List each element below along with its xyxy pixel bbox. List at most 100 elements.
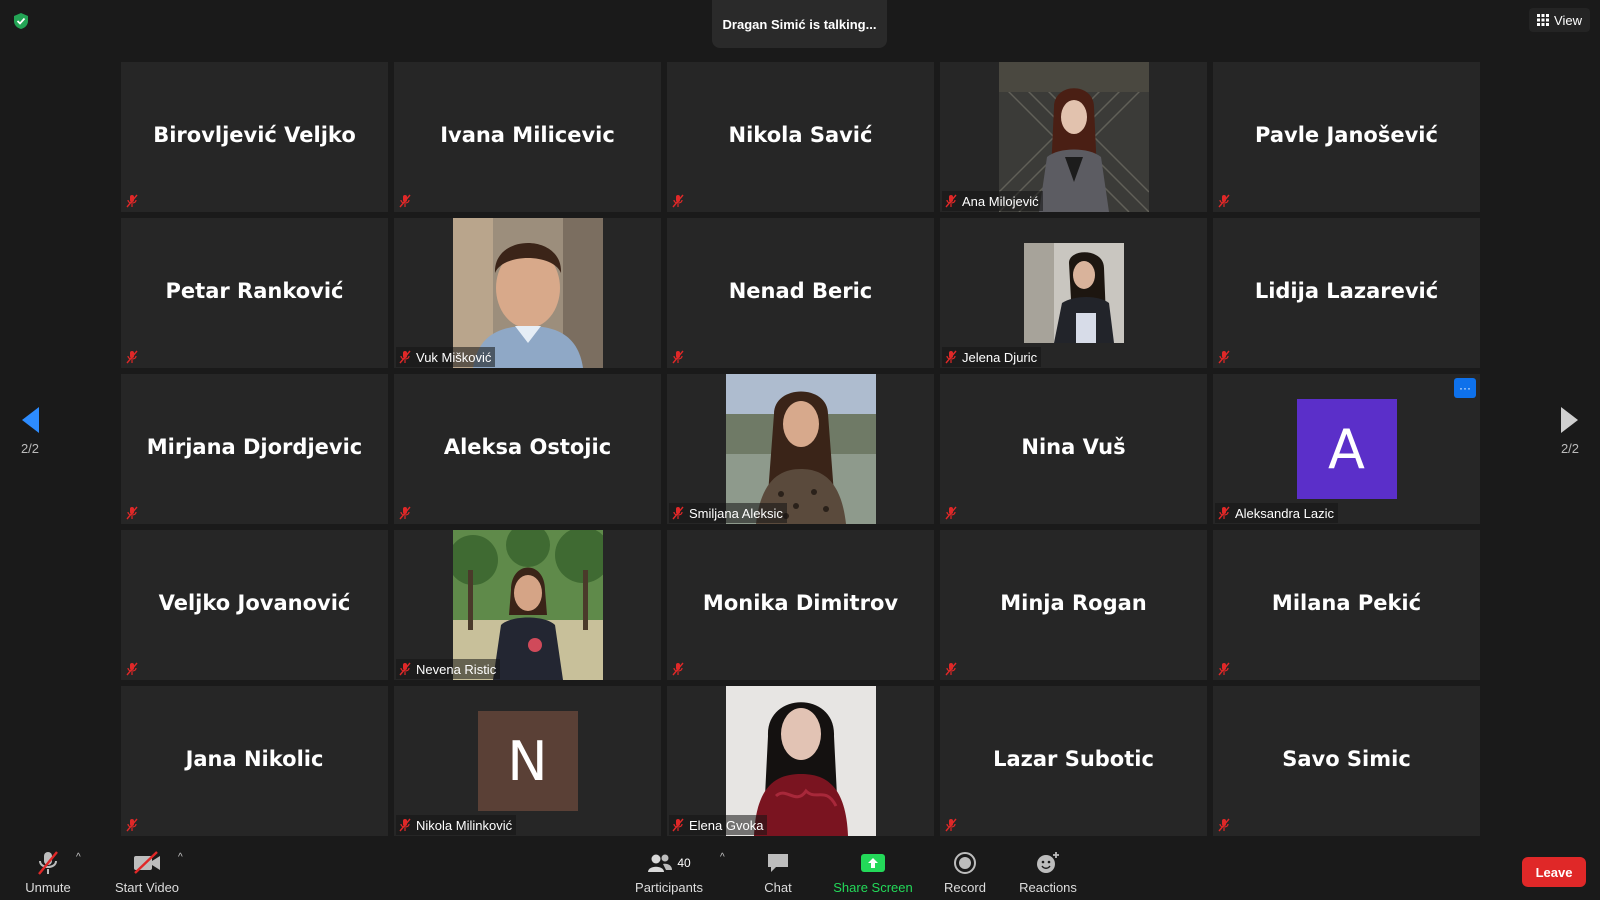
video-options-caret[interactable]: ^ [178,852,183,863]
muted-mic-icon [945,506,957,520]
muted-mic-icon [1218,818,1230,832]
participant-tile[interactable]: N Nikola Milinković [394,686,661,836]
chat-button[interactable]: Chat [756,846,800,898]
participant-caption [123,503,143,523]
participant-tile[interactable]: Lidija Lazarević [1213,218,1480,368]
profile-photo [998,62,1149,212]
participant-tile[interactable]: Mirjana Djordjevic [121,374,388,524]
participant-name-large: Lidija Lazarević [1254,279,1439,303]
participant-tile[interactable]: Nikola Savić [667,62,934,212]
participant-caption [669,347,689,367]
next-page-button[interactable]: 2/2 [1552,405,1588,495]
participant-tile[interactable]: Monika Dimitrov [667,530,934,680]
participant-caption [942,503,962,523]
participant-caption: Elena Gvoka [669,815,768,835]
participant-tile[interactable]: A ··· Aleksandra Lazic [1213,374,1480,524]
chat-icon [768,854,788,872]
record-button[interactable]: Record [940,846,990,898]
participant-caption [123,191,143,211]
active-speaker-banner: Dragan Simić is talking... [712,0,887,48]
participant-tile[interactable]: Vuk Mišković [394,218,661,368]
profile-photo [1023,243,1124,343]
participant-caption [669,191,689,211]
participant-caption [942,815,962,835]
participant-tile[interactable]: Ivana Milicevic [394,62,661,212]
participant-tile[interactable]: Aleksa Ostojic [394,374,661,524]
participant-caption: Vuk Mišković [396,347,496,367]
participant-tile[interactable]: Ana Milojević [940,62,1207,212]
participant-name-large: Birovljević Veljko [153,123,356,147]
muted-mic-icon [399,350,411,364]
muted-mic-icon [672,350,684,364]
muted-mic-icon [1218,662,1230,676]
participant-name: Ana Milojević [962,193,1039,209]
participant-caption [669,659,689,679]
participant-caption: Nevena Ristic [396,659,501,679]
participants-button[interactable]: 40 Participants [632,846,706,898]
participant-tile[interactable]: Pavle Janošević [1213,62,1480,212]
start-video-label: Start Video [114,880,180,895]
participant-tile[interactable]: Jelena Djuric [940,218,1207,368]
record-icon [954,852,976,874]
participant-name-large: Ivana Milicevic [440,123,615,147]
participant-tile[interactable]: Smiljana Aleksic [667,374,934,524]
more-options-button[interactable]: ··· [1454,378,1476,398]
share-screen-button[interactable]: Share Screen [832,846,914,898]
participant-name: Elena Gvoka [689,817,764,833]
participant-name-large: Milana Pekić [1271,591,1422,615]
muted-mic-icon [399,194,411,208]
security-shield-icon[interactable] [12,12,30,30]
leave-button[interactable]: Leave [1522,857,1586,887]
participant-caption: Smiljana Aleksic [669,503,787,523]
muted-mic-icon [1218,194,1230,208]
participants-label: Participants [635,880,703,895]
initial-avatar: A [1296,399,1397,499]
participant-tile[interactable]: Birovljević Veljko [121,62,388,212]
participant-name-large: Nenad Beric [728,279,873,303]
unmute-button[interactable]: Unmute [22,846,74,898]
participant-tile[interactable]: Nenad Beric [667,218,934,368]
participant-tile[interactable]: Jana Nikolic [121,686,388,836]
unmute-label: Unmute [25,880,71,895]
profile-photo [452,218,603,368]
participant-caption [1215,815,1235,835]
participant-tile[interactable]: Lazar Subotic [940,686,1207,836]
participant-tile[interactable]: Elena Gvoka [667,686,934,836]
participant-tile[interactable]: Veljko Jovanović [121,530,388,680]
participant-tile[interactable]: Nevena Ristic [394,530,661,680]
participant-caption: Jelena Djuric [942,347,1042,367]
muted-mic-icon [672,818,684,832]
participants-options-caret[interactable]: ^ [720,852,725,863]
participant-name-large: Jana Nikolic [185,747,324,771]
muted-mic-icon [1218,506,1230,520]
share-screen-icon [861,854,885,872]
muted-mic-icon [399,506,411,520]
triangle-right-icon [1561,407,1578,433]
participant-name-large: Mirjana Djordjevic [146,435,363,459]
participant-name: Nevena Ristic [416,661,497,677]
participant-tile[interactable]: Nina Vuš [940,374,1207,524]
participant-name-large: Lazar Subotic [993,747,1154,771]
previous-page-button[interactable]: 2/2 [12,405,48,495]
participant-caption [942,659,962,679]
muted-mic-icon [672,662,684,676]
start-video-button[interactable]: Start Video [112,846,182,898]
audio-options-caret[interactable]: ^ [76,852,81,863]
participant-name-large: Pavle Janošević [1255,123,1438,147]
participant-tile[interactable]: Milana Pekić [1213,530,1480,680]
chat-label: Chat [764,880,792,895]
participant-tile[interactable]: Minja Rogan [940,530,1207,680]
view-button[interactable]: View [1529,8,1590,32]
reactions-button[interactable]: Reactions [1018,846,1078,898]
muted-mic-icon [672,194,684,208]
participant-tile[interactable]: Savo Simic [1213,686,1480,836]
participant-caption: Ana Milojević [942,191,1043,211]
share-screen-label: Share Screen [833,880,913,895]
participant-tile[interactable]: Petar Ranković [121,218,388,368]
profile-photo [725,686,876,836]
grid-icon [1537,14,1550,26]
participant-name-large: Savo Simic [1282,747,1411,771]
muted-mic-icon [399,662,411,676]
participant-grid: Birovljević Veljko Ivana Milicevic Nikol… [121,62,1480,836]
profile-photo [725,374,876,524]
